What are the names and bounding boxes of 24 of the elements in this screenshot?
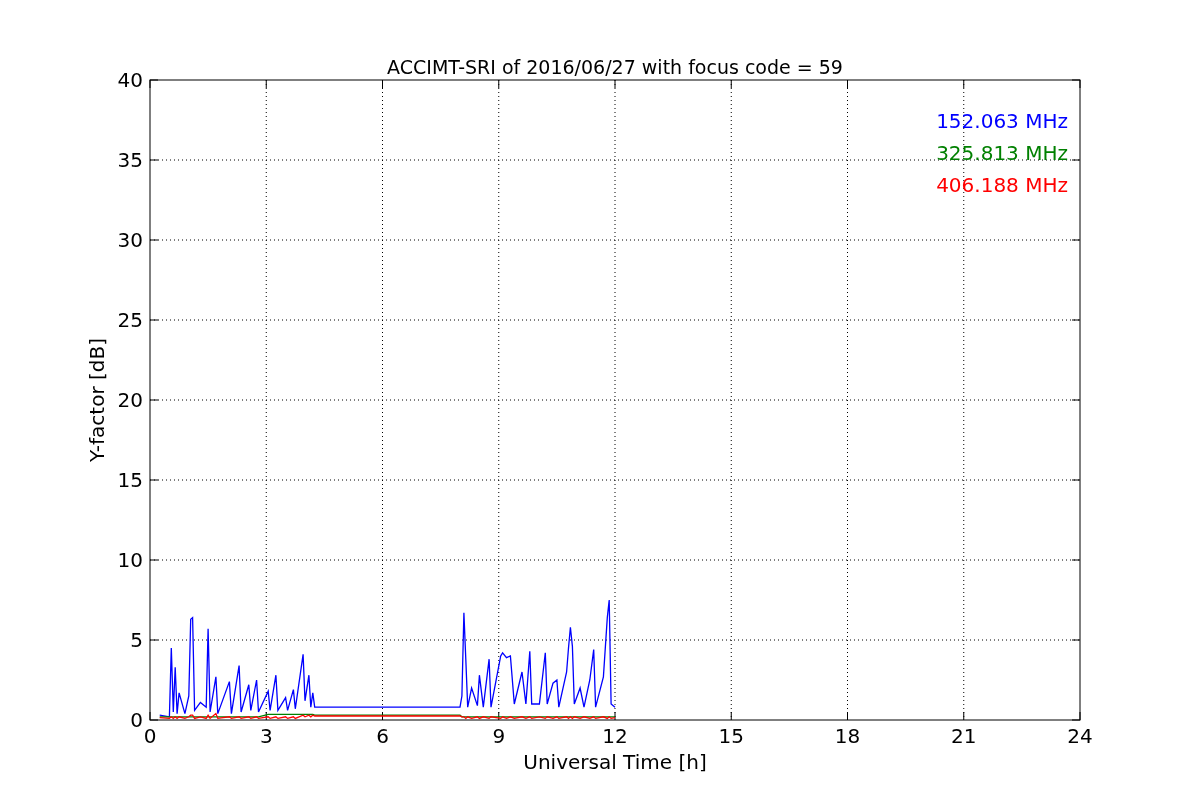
legend-label: 152.063 MHz bbox=[936, 109, 1068, 133]
chart-title: ACCIMT-SRI of 2016/06/27 with focus code = 59 bbox=[387, 56, 843, 78]
x-axis-label: Universal Time [h] bbox=[523, 750, 707, 774]
y-tick-label: 20 bbox=[117, 388, 143, 412]
y-tick-label: 15 bbox=[117, 468, 143, 492]
x-tick-label: 6 bbox=[376, 724, 389, 748]
x-tick-label: 15 bbox=[718, 724, 744, 748]
y-tick-label: 0 bbox=[130, 708, 143, 732]
x-tick-label: 18 bbox=[834, 724, 861, 748]
x-tick-label: 9 bbox=[492, 724, 506, 748]
legend-label: 325.813 MHz bbox=[936, 141, 1068, 165]
x-tick-label: 0 bbox=[143, 724, 157, 748]
x-tick-label: 12 bbox=[602, 724, 628, 748]
x-tick-label: 3 bbox=[259, 724, 273, 748]
x-tick-label: 21 bbox=[951, 724, 977, 748]
y-tick-label: 35 bbox=[117, 148, 143, 172]
y-tick-label: 5 bbox=[130, 628, 143, 652]
y-tick-label: 40 bbox=[117, 68, 143, 92]
y-tick-label: 30 bbox=[117, 228, 143, 252]
y-axis-label: Y-factor [dB] bbox=[85, 338, 109, 462]
legend-label: 406.188 MHz bbox=[936, 173, 1068, 197]
x-tick-label: 24 bbox=[1067, 724, 1093, 748]
y-tick-label: 10 bbox=[117, 548, 143, 572]
y-tick-label: 25 bbox=[117, 308, 143, 332]
